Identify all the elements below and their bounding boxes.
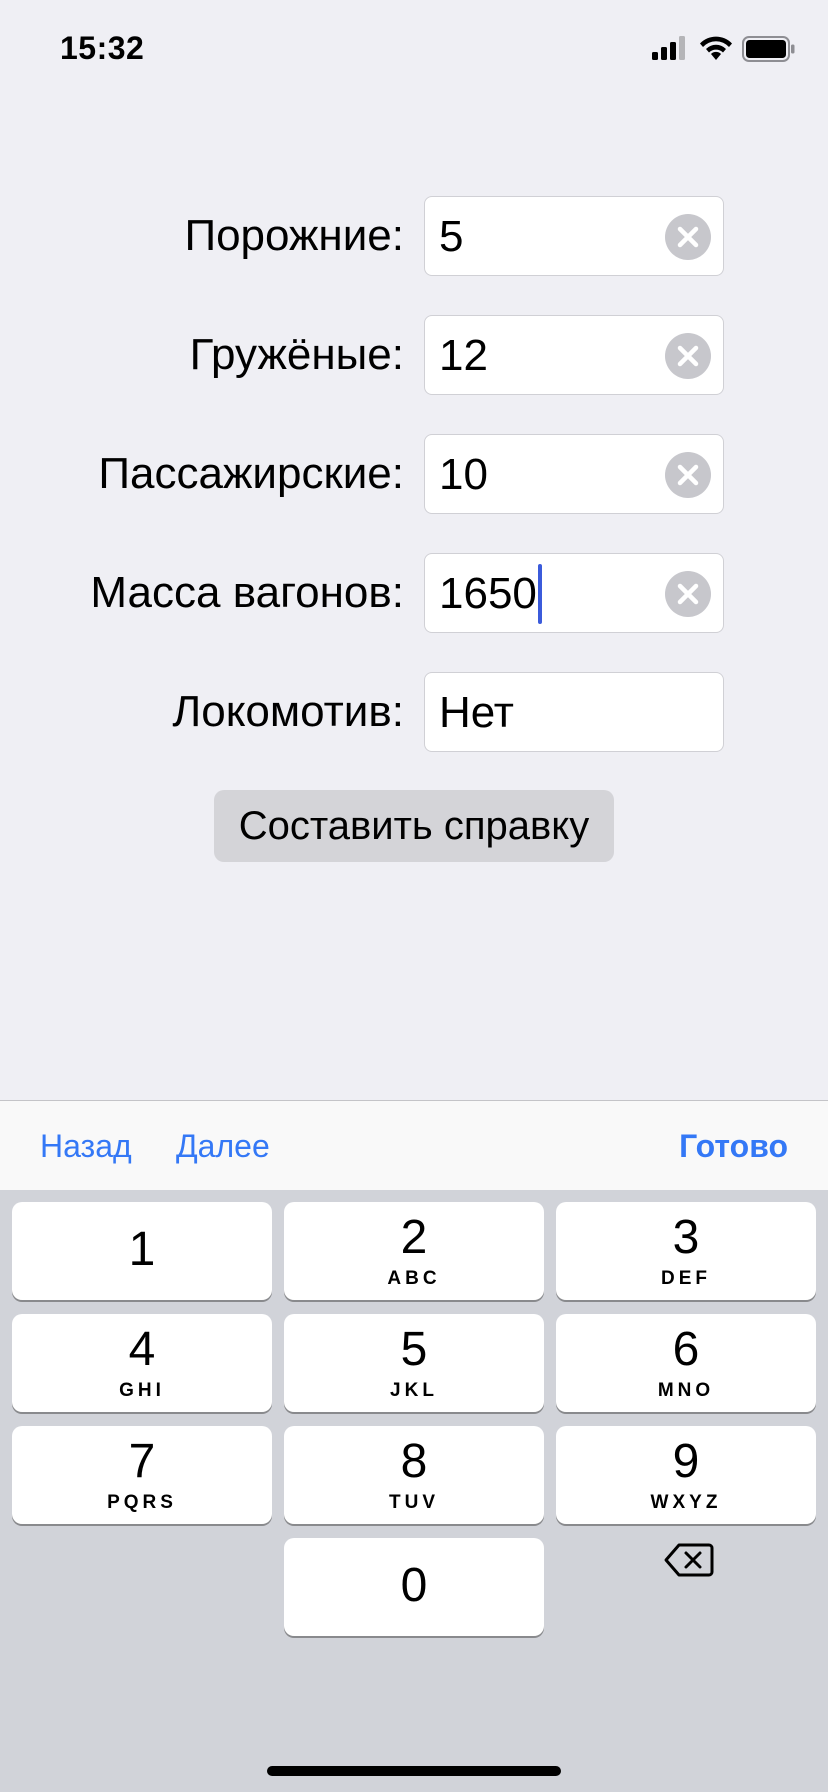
compose-report-button[interactable]: Составить справку [214,790,614,862]
key-4[interactable]: 4 GHI [12,1314,272,1412]
clear-car-mass-button[interactable] [665,571,711,617]
clear-icon [677,345,699,367]
passenger-cars-field[interactable]: 10 [424,434,724,514]
text-cursor [538,564,542,624]
key-0[interactable]: 0 [284,1538,544,1636]
battery-icon [742,36,795,62]
form-row-loaded-cars: Гружёные: 12 [0,315,828,395]
clear-passenger-cars-button[interactable] [665,452,711,498]
key-3[interactable]: 3 DEF [556,1202,816,1300]
car-mass-value: 1650 [439,569,537,618]
key-digit: 6 [672,1323,700,1376]
key-digit: 2 [400,1211,428,1264]
key-letters: WXYZ [650,1492,722,1513]
next-button[interactable]: Далее [176,1101,270,1191]
numeric-keyboard: 1 2 ABC 3 DEF 4 GHI 5 JKL 6 MNO 7 PQRS 8… [0,1190,828,1792]
key-letters: MNO [657,1380,715,1401]
clear-empty-cars-button[interactable] [665,214,711,260]
keyboard-accessory-bar: Назад Далее Готово [0,1100,828,1190]
key-9[interactable]: 9 WXYZ [556,1426,816,1524]
key-letters: GHI [119,1380,165,1401]
status-time: 15:32 [60,30,145,66]
cellular-signal-icon [652,36,685,60]
clear-icon [677,464,699,486]
key-digit: 4 [128,1323,156,1376]
key-letters: DEF [661,1268,711,1289]
locomotive-label: Локомотив: [172,687,404,736]
car-mass-field[interactable]: 1650 [424,553,724,633]
key-1[interactable]: 1 [12,1202,272,1300]
done-button[interactable]: Готово [679,1101,788,1191]
passenger-cars-label: Пассажирские: [98,449,404,498]
form-row-passenger-cars: Пассажирские: 10 [0,434,828,514]
key-digit: 9 [672,1435,700,1488]
key-digit: 8 [400,1435,428,1488]
passenger-cars-value: 10 [439,450,488,499]
home-indicator [267,1766,561,1776]
key-letters: ABC [387,1268,441,1289]
car-mass-label: Масса вагонов: [90,568,404,617]
form-row-locomotive: Локомотив: Нет [0,672,828,752]
loaded-cars-label: Гружёные: [189,330,404,379]
form-row-empty-cars: Порожние: 5 [0,196,828,276]
key-digit: 3 [672,1211,700,1264]
key-digit: 0 [400,1559,428,1612]
key-digit: 5 [400,1323,428,1376]
key-digit: 1 [128,1223,156,1276]
key-6[interactable]: 6 MNO [556,1314,816,1412]
wifi-icon [700,36,732,60]
backspace-icon[interactable] [664,1542,714,1578]
clear-icon [677,226,699,248]
clear-icon [677,583,699,605]
key-8[interactable]: 8 TUV [284,1426,544,1524]
key-digit: 7 [128,1435,156,1488]
locomotive-field[interactable]: Нет [424,672,724,752]
key-7[interactable]: 7 PQRS [12,1426,272,1524]
key-letters: TUV [389,1492,439,1513]
back-button[interactable]: Назад [40,1101,132,1191]
clear-loaded-cars-button[interactable] [665,333,711,379]
loaded-cars-field[interactable]: 12 [424,315,724,395]
key-letters: PQRS [107,1492,177,1513]
status-bar: 15:32 [0,0,828,100]
locomotive-value: Нет [439,688,514,737]
key-5[interactable]: 5 JKL [284,1314,544,1412]
empty-cars-value: 5 [439,212,464,261]
empty-cars-label: Порожние: [184,211,404,260]
empty-cars-field[interactable]: 5 [424,196,724,276]
loaded-cars-value: 12 [439,331,488,380]
key-2[interactable]: 2 ABC [284,1202,544,1300]
form-row-car-mass: Масса вагонов: 1650 [0,553,828,633]
key-letters: JKL [390,1380,438,1401]
